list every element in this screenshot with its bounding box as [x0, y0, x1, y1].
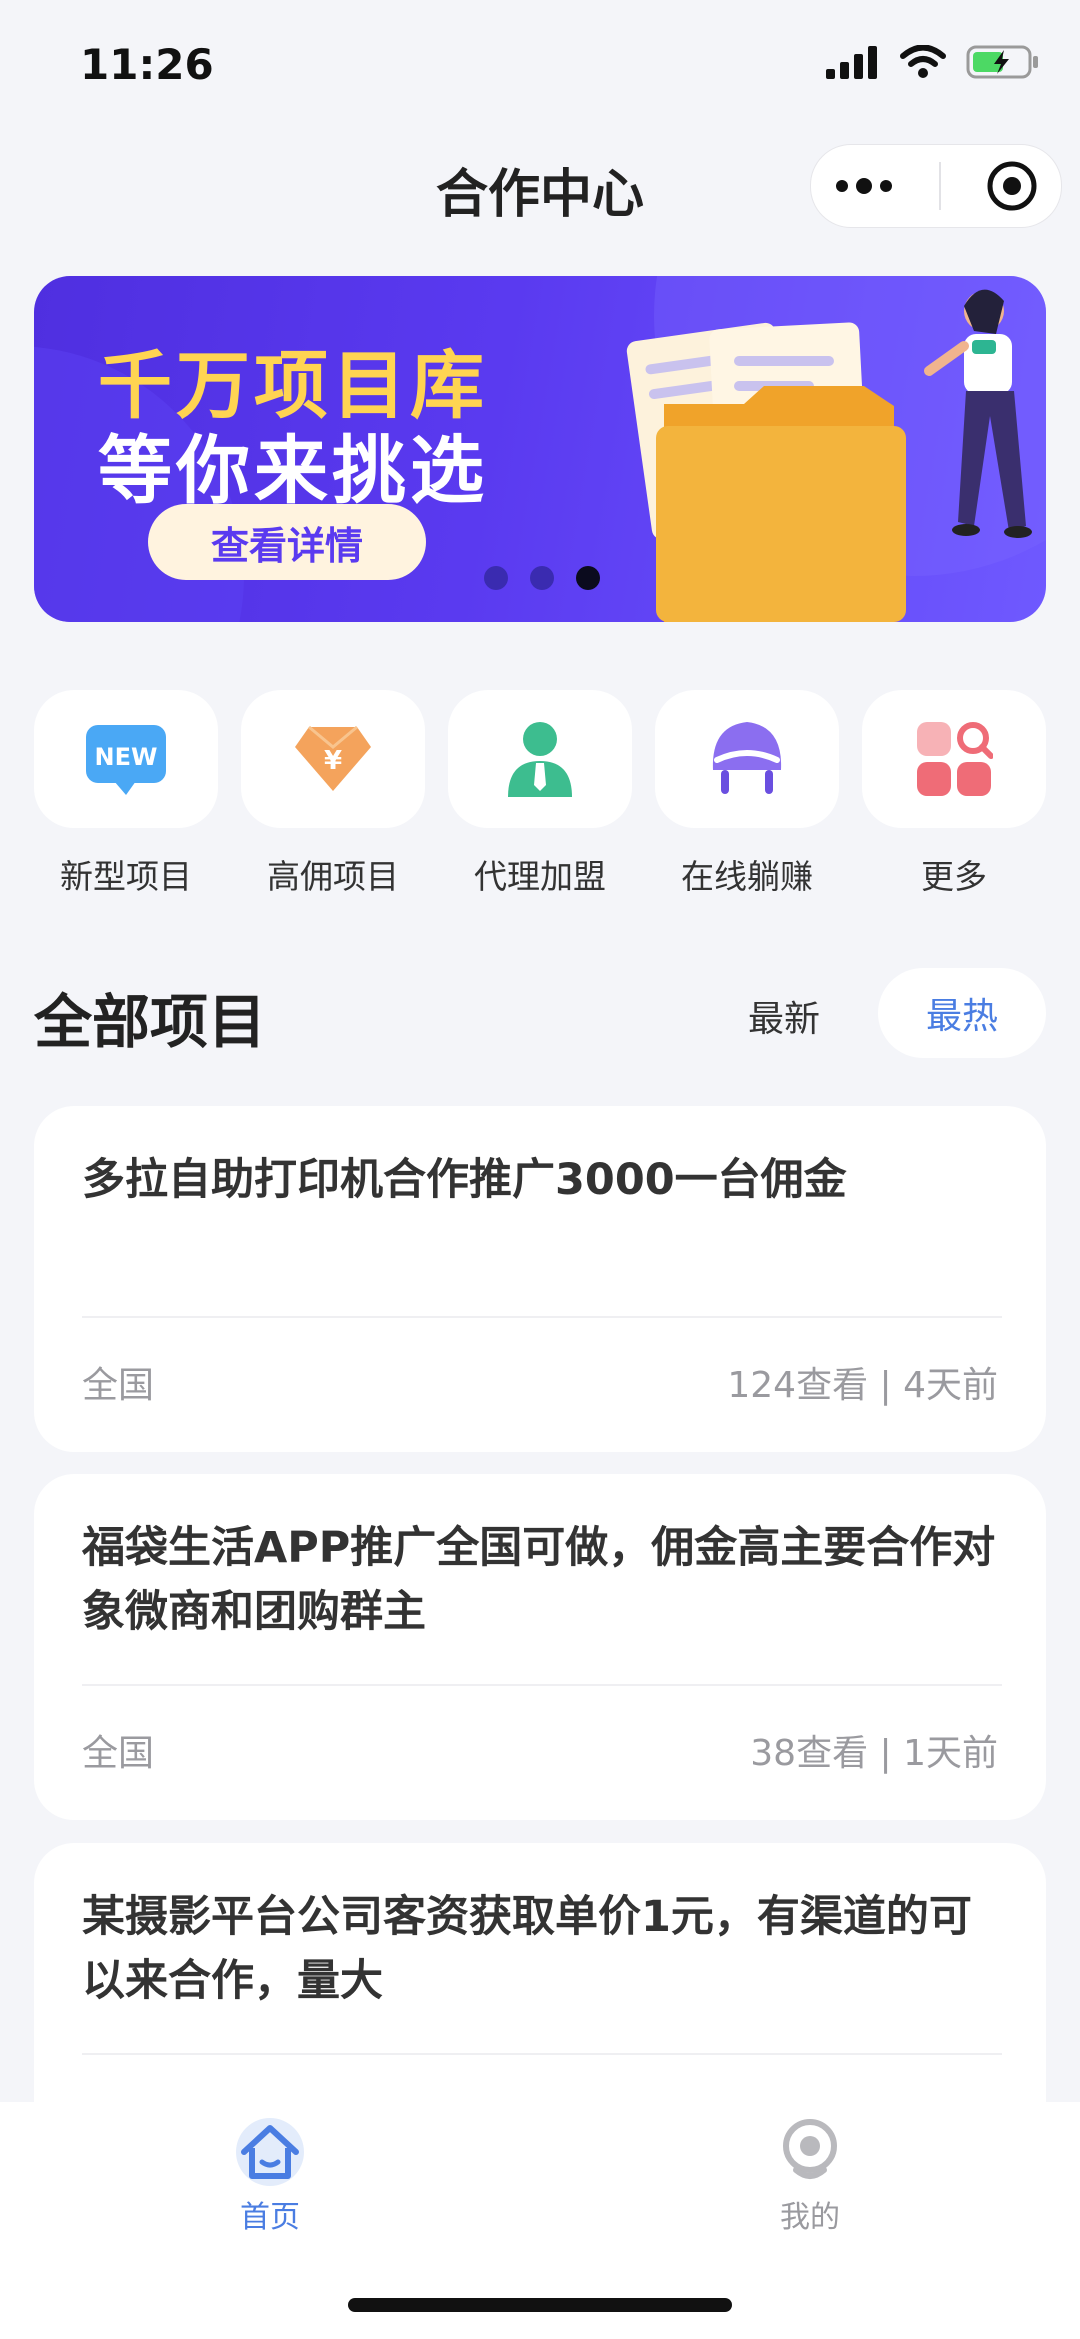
lounge-chair-icon [712, 722, 782, 794]
category-tile[interactable] [448, 690, 632, 828]
tab-mine[interactable]: 我的 [710, 2116, 910, 2236]
category-agent-franchise[interactable]: 代理加盟 [448, 690, 632, 900]
card-divider [82, 2053, 1002, 2055]
pagination-dot[interactable] [530, 566, 554, 590]
home-icon [236, 2118, 304, 2186]
category-label: 新型项目 [60, 857, 192, 896]
new-badge-icon: NEW [86, 725, 166, 795]
category-tile[interactable] [655, 690, 839, 828]
tab-label: 我的 [780, 2200, 840, 2235]
category-label: 代理加盟 [474, 857, 606, 896]
project-views-time: 124查看 | 4天前 [727, 1365, 998, 1406]
category-label: 在线躺赚 [681, 857, 813, 896]
sort-latest-tab[interactable]: 最新 [748, 990, 820, 1042]
project-title: 多拉自助打印机合作推广3000一台佣金 [82, 1155, 847, 1205]
mini-program-capsule [810, 144, 1062, 228]
project-region: 全国 [82, 1733, 155, 1774]
nav-bar: 合作中心 [0, 130, 1080, 240]
svg-text:NEW: NEW [95, 743, 158, 771]
category-shortcuts: NEW 新型项目 ¥ 高佣项目 代理加盟 在线躺赚 更多 [34, 690, 1046, 900]
capsule-divider [938, 162, 941, 210]
grid-more-icon [917, 722, 993, 796]
category-tile[interactable]: ¥ [241, 690, 425, 828]
project-card[interactable]: 福袋生活APP推广全国可做，佣金高主要合作对象微商和团购群主 全国 38查看 |… [34, 1474, 1046, 1820]
category-high-commission[interactable]: ¥ 高佣项目 [241, 690, 425, 900]
project-card[interactable]: 多拉自助打印机合作推广3000一台佣金 全国 124查看 | 4天前 [34, 1106, 1046, 1452]
category-more[interactable]: 更多 [862, 690, 1046, 900]
close-target-icon[interactable] [986, 160, 1038, 212]
card-divider [82, 1316, 1002, 1318]
status-icons [826, 44, 1040, 80]
tab-home[interactable]: 首页 [170, 2116, 370, 2236]
banner-pagination [484, 566, 600, 590]
profile-icon [783, 2119, 837, 2179]
card-divider [82, 1684, 1002, 1686]
project-views-time: 38查看 | 1天前 [750, 1733, 998, 1774]
banner-subheadline: 等你来挑选 [98, 428, 488, 514]
folder-illustration [626, 289, 1032, 622]
wifi-icon [900, 45, 946, 78]
promo-banner[interactable]: 千万项目库 等你来挑选 查看详情 [34, 276, 1046, 622]
project-region: 全国 [82, 1365, 155, 1406]
category-tile[interactable] [862, 690, 1046, 828]
category-new-projects[interactable]: NEW 新型项目 [34, 690, 218, 900]
tab-label: 首页 [240, 2200, 300, 2235]
cellular-signal-icon [826, 46, 877, 79]
more-dots-icon[interactable] [834, 176, 894, 196]
project-title: 福袋生活APP推广全国可做，佣金高主要合作对象微商和团购群主 [82, 1523, 996, 1637]
status-bar: 11:26 [0, 0, 1080, 130]
pagination-dot[interactable] [484, 566, 508, 590]
category-label: 高佣项目 [267, 857, 399, 896]
view-details-button[interactable]: 查看详情 [148, 504, 426, 580]
project-title: 某摄影平台公司客资获取单价1元，有渠道的可以来合作，量大 [82, 1892, 972, 2006]
agent-person-icon [508, 722, 572, 797]
category-tile[interactable]: NEW [34, 690, 218, 828]
diamond-yuan-icon: ¥ [295, 725, 371, 791]
category-label: 更多 [921, 857, 987, 896]
sort-hot-tab[interactable]: 最热 [878, 968, 1046, 1058]
svg-text:¥: ¥ [324, 746, 342, 776]
status-time: 11:26 [80, 40, 214, 89]
battery-charging-icon [966, 45, 1038, 79]
section-title: 全部项目 [34, 988, 267, 1056]
home-indicator [348, 2298, 732, 2312]
category-online-passive[interactable]: 在线躺赚 [655, 690, 839, 900]
